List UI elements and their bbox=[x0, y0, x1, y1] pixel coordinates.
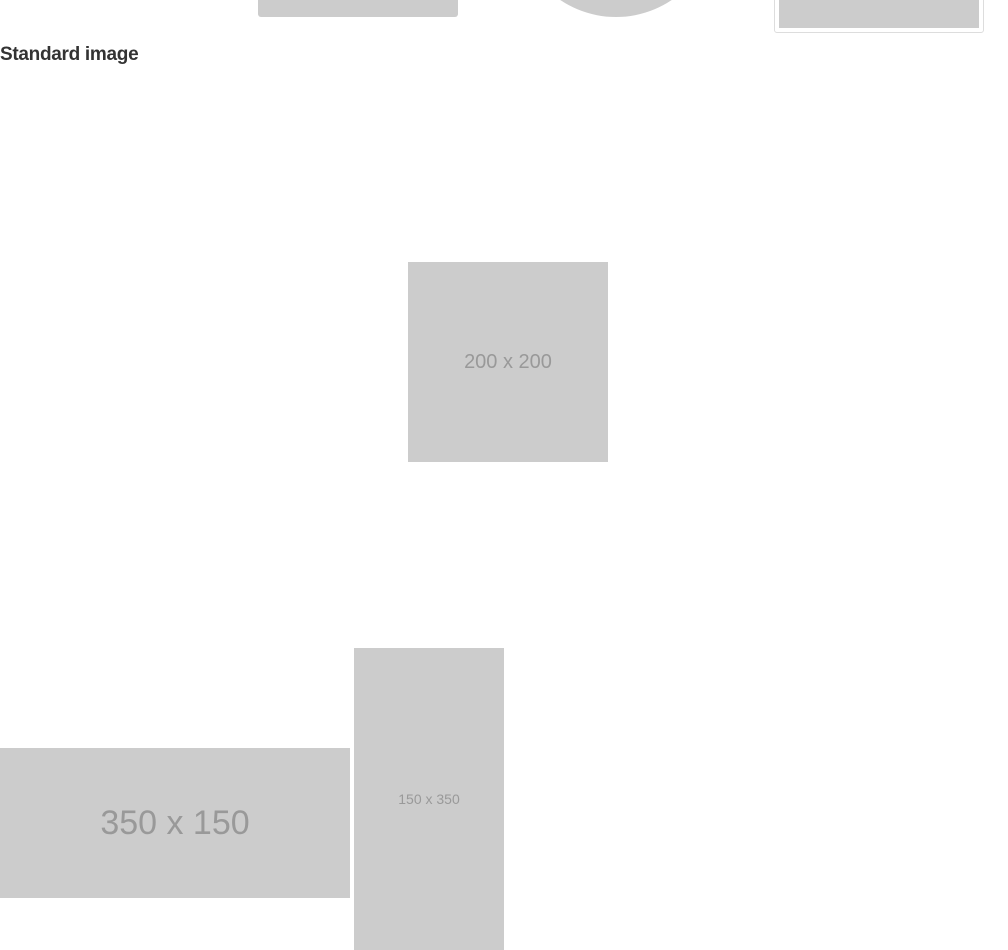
standard-image-square: 200 x 200 bbox=[408, 262, 608, 462]
standard-image-tall: 150 x 350 bbox=[354, 648, 504, 950]
tall-image-label: 150 x 350 bbox=[398, 791, 460, 807]
page: Standard image 200 x 200 350 x 150 150 x… bbox=[0, 0, 1008, 950]
standard-image-wide: 350 x 150 bbox=[0, 748, 350, 898]
rounded-image-placeholder bbox=[258, 0, 458, 17]
square-image-label: 200 x 200 bbox=[464, 350, 552, 373]
circle-image-placeholder bbox=[516, 0, 716, 17]
section-heading: Standard image bbox=[0, 44, 139, 65]
thumbnail-image-frame bbox=[774, 0, 984, 33]
thumbnail-image-placeholder bbox=[779, 0, 979, 28]
wide-image-label: 350 x 150 bbox=[100, 803, 250, 842]
